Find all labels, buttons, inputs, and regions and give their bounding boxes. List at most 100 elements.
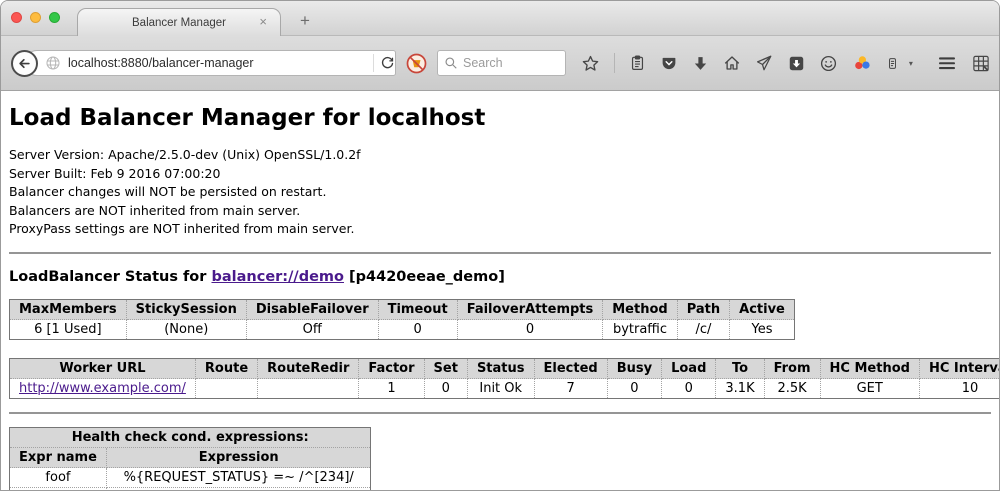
bookmark-star-icon[interactable] — [581, 54, 600, 73]
col-disablefailover: DisableFailover — [247, 300, 379, 320]
tab-title: Balancer Manager — [132, 17, 226, 29]
tab-balancer-manager[interactable]: Balancer Manager × — [77, 8, 281, 36]
method-value: bytraffic — [603, 320, 677, 339]
col-set: Set — [425, 359, 468, 379]
hamburger-menu-icon[interactable] — [937, 55, 957, 71]
minimize-window-button[interactable] — [30, 12, 41, 23]
section-divider — [9, 252, 991, 254]
toolbar-icons: ▾ — [581, 53, 991, 73]
route-value — [196, 379, 258, 398]
back-arrow-icon — [17, 56, 32, 71]
col-route: Route — [196, 359, 258, 379]
col-elected: Elected — [535, 359, 608, 379]
reload-icon[interactable] — [380, 56, 395, 71]
col-hc-method: HC Method — [821, 359, 920, 379]
col-stickysession: StickySession — [127, 300, 247, 320]
table-header-row: Expr name Expression — [10, 448, 370, 468]
factor-value: 1 — [359, 379, 424, 398]
col-busy: Busy — [608, 359, 662, 379]
col-to: To — [716, 359, 764, 379]
search-placeholder: Search — [463, 56, 503, 70]
tab-close-icon[interactable]: × — [259, 15, 267, 29]
to-value: 3.1K — [716, 379, 764, 398]
col-factor: Factor — [359, 359, 424, 379]
path-value: /c/ — [678, 320, 730, 339]
from-value: 2.5K — [765, 379, 821, 398]
menu-group — [937, 54, 991, 73]
table-row: foof %{REQUEST_STATUS} =~ /^[234]/ — [10, 468, 370, 488]
elected-value: 7 — [535, 379, 608, 398]
video-download-icon[interactable] — [788, 55, 805, 72]
server-info: Server Version: Apache/2.5.0-dev (Unix) … — [9, 146, 991, 239]
smiley-chat-icon[interactable] — [819, 54, 838, 73]
table-header-row: Worker URL Route RouteRedir Factor Set S… — [10, 359, 999, 379]
search-bar[interactable]: Search — [437, 50, 566, 76]
close-window-button[interactable] — [11, 12, 22, 23]
page-title: Load Balancer Manager for localhost — [9, 105, 991, 131]
proxypass-notice-line: ProxyPass settings are NOT inherited fro… — [9, 220, 991, 239]
site-identity-globe-icon[interactable] — [45, 55, 61, 71]
stickysession-value: (None) — [127, 320, 247, 339]
pocket-icon[interactable] — [660, 55, 678, 72]
colored-dots-extension-icon[interactable] — [852, 54, 872, 73]
failoverattempts-value: 0 — [458, 320, 604, 339]
balancer-summary-table: MaxMembers StickySession DisableFailover… — [9, 299, 795, 340]
chevron-down-icon[interactable]: ▾ — [909, 59, 913, 68]
worker-url-cell: http://www.example.com/ — [10, 379, 196, 398]
hc-interval-value: 10 — [920, 379, 999, 398]
inherit-notice-line: Balancers are NOT inherited from main se… — [9, 202, 991, 221]
browser-window: Balancer Manager × + localhost:8880/bala… — [0, 0, 1000, 491]
load-value: 0 — [662, 379, 716, 398]
worker-url-link[interactable]: http://www.example.com/ — [19, 381, 186, 396]
server-version-line: Server Version: Apache/2.5.0-dev (Unix) … — [9, 146, 991, 165]
content-blocker-icon[interactable] — [405, 52, 428, 75]
table-header-row: MaxMembers StickySession DisableFailover… — [10, 300, 794, 320]
title-bar: Balancer Manager × + — [1, 1, 999, 36]
table-row: http://www.example.com/ 1 0 Init Ok 7 0 … — [10, 379, 999, 398]
table-title-row: Health check cond. expressions: — [10, 428, 370, 448]
disablefailover-value: Off — [247, 320, 379, 339]
col-load: Load — [662, 359, 716, 379]
back-button[interactable] — [11, 50, 38, 77]
health-check-title: Health check cond. expressions: — [10, 428, 370, 448]
col-timeout: Timeout — [379, 300, 458, 320]
url-bar[interactable]: localhost:8880/balancer-manager — [24, 50, 396, 76]
heading-suffix: [p4420eeae_demo] — [344, 269, 505, 285]
routeredir-value — [258, 379, 359, 398]
persist-notice-line: Balancer changes will NOT be persisted o… — [9, 183, 991, 202]
active-value: Yes — [730, 320, 794, 339]
search-icon — [444, 56, 458, 70]
traffic-lights — [11, 12, 60, 23]
col-expression: Expression — [107, 448, 371, 468]
col-expr-name: Expr name — [10, 448, 107, 468]
col-status: Status — [468, 359, 535, 379]
col-maxmembers: MaxMembers — [10, 300, 127, 320]
health-check-table: Health check cond. expressions: Expr nam… — [9, 427, 371, 491]
downloads-arrow-icon[interactable] — [692, 55, 709, 72]
balancer-demo-link[interactable]: balancer://demo — [211, 269, 344, 285]
busy-value: 0 — [608, 379, 662, 398]
send-page-icon[interactable] — [755, 54, 773, 72]
worker-table: Worker URL Route RouteRedir Factor Set S… — [9, 358, 999, 399]
col-routeredir: RouteRedir — [258, 359, 359, 379]
zoom-window-button[interactable] — [49, 12, 60, 23]
server-built-line: Server Built: Feb 9 2016 07:00:20 — [9, 165, 991, 184]
table-grid-icon[interactable] — [971, 54, 991, 73]
battery-panel-icon[interactable] — [886, 54, 899, 73]
url-text[interactable]: localhost:8880/balancer-manager — [68, 56, 367, 70]
status-value: Init Ok — [468, 379, 535, 398]
new-tab-button[interactable]: + — [293, 11, 317, 31]
loadbalancer-status-heading: LoadBalancer Status for balancer://demo … — [9, 269, 991, 285]
hc-method-value: GET — [821, 379, 920, 398]
heading-prefix: LoadBalancer Status for — [9, 269, 211, 285]
col-method: Method — [603, 300, 677, 320]
home-icon[interactable] — [723, 54, 741, 72]
col-from: From — [765, 359, 821, 379]
section-divider — [9, 412, 991, 414]
col-path: Path — [678, 300, 730, 320]
timeout-value: 0 — [379, 320, 458, 339]
col-worker-url: Worker URL — [10, 359, 196, 379]
expr-name-value: foof — [10, 468, 107, 488]
reading-list-clipboard-icon[interactable] — [629, 54, 646, 72]
col-hc-interval: HC Interval — [920, 359, 999, 379]
